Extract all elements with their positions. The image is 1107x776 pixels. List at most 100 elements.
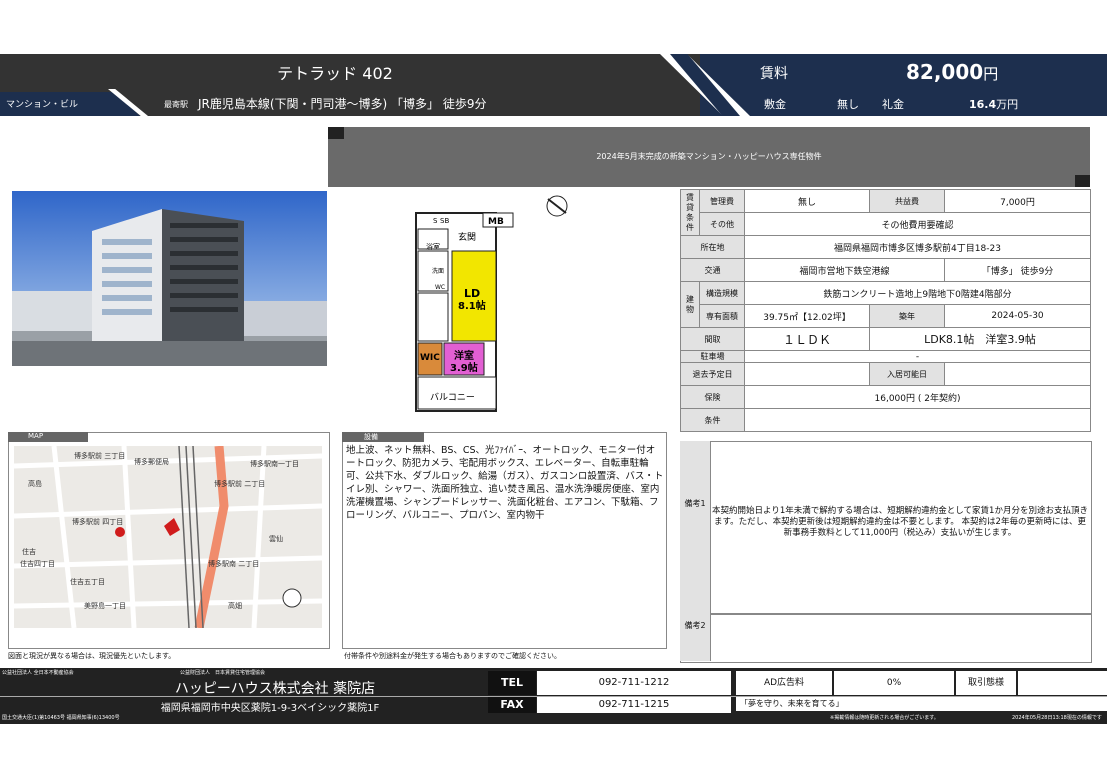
built-value: 2024-05-30 — [944, 304, 1091, 328]
structure-value: 鉄筋コンクリート造地上9階地下0階建4階部分 — [744, 281, 1091, 305]
map-place: 住吉四丁目 — [20, 559, 55, 568]
conditions-value — [744, 408, 1091, 432]
rent-conditions-group: 賃貸条件 — [680, 189, 700, 236]
parking-value: - — [744, 350, 1091, 363]
plan-label-entrance: 玄関 — [458, 231, 476, 243]
insurance-label: 保険 — [680, 385, 745, 409]
remarks-1-label: 備考1 — [684, 499, 706, 508]
mgmt-fee-value: 無し — [744, 189, 870, 213]
key-money-label: 礼金 — [882, 98, 904, 111]
other-value: その他費用要確認 — [744, 212, 1091, 236]
area-value: 39.75㎡【12.02坪】 — [744, 304, 870, 328]
remarks-1-text: 本契約開始日より1年未満で解約する場合は、短期解約違約金として家賃1か月分を別途… — [712, 506, 1088, 538]
floor-plan: S SB MB 玄関 浴室 洗面 WC LD 8.1帖 WIC 洋室 3.9帖 … — [400, 193, 580, 413]
property-title: テトラッド 402 — [277, 64, 393, 83]
layout-detail: LDK8.1帖 洋室3.9帖 — [869, 327, 1091, 351]
map-place: 住吉 — [22, 547, 36, 556]
mgmt-fee-label: 管理費 — [699, 189, 745, 213]
slogan: 「夢を守り、未来を育てる」 — [736, 697, 1107, 711]
map-place: 高畑 — [228, 601, 242, 610]
fax-number: 092-711-1215 — [537, 697, 731, 713]
equipment-label: 設備 — [342, 432, 424, 442]
remarks-2-label: 備考2 — [684, 621, 706, 630]
transport-line: 福岡市営地下鉄空港線 — [744, 258, 945, 282]
leave-date-value — [744, 362, 870, 386]
equipment-note: 付帯条件や別途料金が発生する場合もありますのでご確認ください。 — [344, 652, 561, 660]
leave-date-label: 退去予定日 — [680, 362, 745, 386]
deposit-value: 無し — [837, 98, 859, 111]
location-label: 所在地 — [680, 235, 745, 259]
map-place: 博多駅南 二丁目 — [208, 559, 259, 568]
map-place: 博多駅前 三丁目 — [74, 451, 125, 460]
common-fee-label: 共益費 — [869, 189, 945, 213]
plan-label-mb: MB — [488, 217, 504, 227]
transport-label: 交通 — [680, 258, 745, 282]
fax-label: FAX — [488, 697, 536, 713]
plan-label-s: S — [433, 217, 438, 225]
plan-label-sb: SB — [440, 217, 449, 225]
map-view[interactable]: 博多駅前 三丁目 博多郵便局 博多駅南一丁目 博多駅前 四丁目 博多駅前 二丁目… — [14, 446, 322, 628]
key-money-value: 16.4万円 — [969, 98, 1019, 111]
area-label: 専有面積 — [699, 304, 745, 328]
building-group: 建物 — [680, 281, 700, 328]
company-name: ハッピーハウス株式会社 薬院店 — [174, 681, 376, 697]
ad-fee-label: AD広告料 — [736, 671, 832, 695]
map-place: 博多駅前 二丁目 — [214, 479, 265, 488]
banner-corner — [1075, 175, 1090, 187]
common-fee-value: 7,000円 — [944, 189, 1091, 213]
info-date: 2024年05月28日13:18現在の情報です — [1012, 715, 1102, 721]
rent-value: 82,000円 — [906, 60, 999, 84]
property-info-table: 賃貸条件 管理費 無し 共益費 7,000円 その他 その他費用要確認 所在地 … — [680, 189, 1091, 432]
plan-label-room: 洋室 — [454, 349, 474, 362]
association-1: 公益社団法人 全日本不動産協会 — [2, 670, 74, 676]
map-label: MAP — [8, 432, 88, 442]
movein-date-label: 入居可能日 — [869, 362, 945, 386]
association-2: 公益財団法人 日本賃貸住宅管理協会 — [180, 670, 266, 676]
map-place: 博多駅前 四丁目 — [72, 517, 123, 526]
hospital-icon — [115, 527, 125, 537]
plan-label-ld: LD — [464, 287, 480, 300]
built-label: 築年 — [869, 304, 945, 328]
plan-label-room-size: 3.9帖 — [450, 361, 478, 374]
rent-label: 賃料 — [760, 66, 788, 82]
company-address: 福岡県福岡市中央区薬院1-9-3ベイシック薬院1F — [160, 703, 380, 714]
layout-value: １ＬＤＫ — [744, 327, 870, 351]
layout-label: 間取 — [680, 327, 745, 351]
parking-label: 駐車場 — [680, 350, 745, 363]
location-value: 福岡県福岡市博多区博多駅前4丁目18-23 — [744, 235, 1091, 259]
compass-icon — [282, 588, 302, 608]
remarks-2-box — [680, 613, 1092, 663]
plan-label-ld-size: 8.1帖 — [458, 299, 486, 312]
banner-corner — [328, 127, 344, 139]
movein-date-value — [944, 362, 1091, 386]
remarks-2-header: 備考2 — [680, 613, 711, 661]
plan-label-bath: 浴室 — [426, 242, 440, 251]
map-place: 雲仙 — [269, 534, 283, 543]
disclaimer: ※掲載情報は随時更新される場合がございます。 — [830, 715, 939, 721]
plan-label-wic: WIC — [420, 353, 440, 363]
map-place: 博多駅南一丁目 — [250, 459, 299, 468]
building-photo — [12, 191, 327, 366]
map-place: 博多郵便局 — [134, 457, 169, 466]
plan-label-balcony: バルコニー — [430, 392, 475, 403]
north-arrow-icon — [546, 195, 568, 217]
plan-label-wc: WC — [435, 284, 445, 291]
conditions-label: 条件 — [680, 408, 745, 432]
equipment-text: 地上波、ネット無料、BS、CS、光ﾌｧｲﾊﾞｰ、オートロック、モニター付オートロ… — [346, 445, 664, 521]
map-place: 美野島一丁目 — [84, 601, 126, 610]
tel-label: TEL — [488, 671, 536, 695]
trade-type-value — [1018, 671, 1107, 695]
promo-banner: 2024年5月末完成の新築マンション・ハッピーハウス専任物件 — [328, 127, 1090, 187]
tel-number[interactable]: 092-711-1212 — [537, 671, 731, 695]
structure-label: 構造規模 — [699, 281, 745, 305]
map-note: 図面と現況が異なる場合は、現況優先といたします。 — [8, 652, 176, 660]
remarks-1-header: 備考1 — [680, 441, 711, 613]
station-text: JR鹿児島本線(下関・門司港～博多) 「博多」 徒歩9分 — [198, 97, 487, 111]
map-place: 住吉五丁目 — [70, 577, 105, 586]
transport-station: 「博多」 徒歩9分 — [944, 258, 1091, 282]
ad-fee-value: 0% — [834, 671, 954, 695]
trade-type-label: 取引態様 — [956, 671, 1016, 695]
map-place: 高島 — [28, 479, 42, 488]
plan-label-washroom: 洗面 — [432, 267, 444, 275]
insurance-value: 16,000円 ( 2年契約) — [744, 385, 1091, 409]
